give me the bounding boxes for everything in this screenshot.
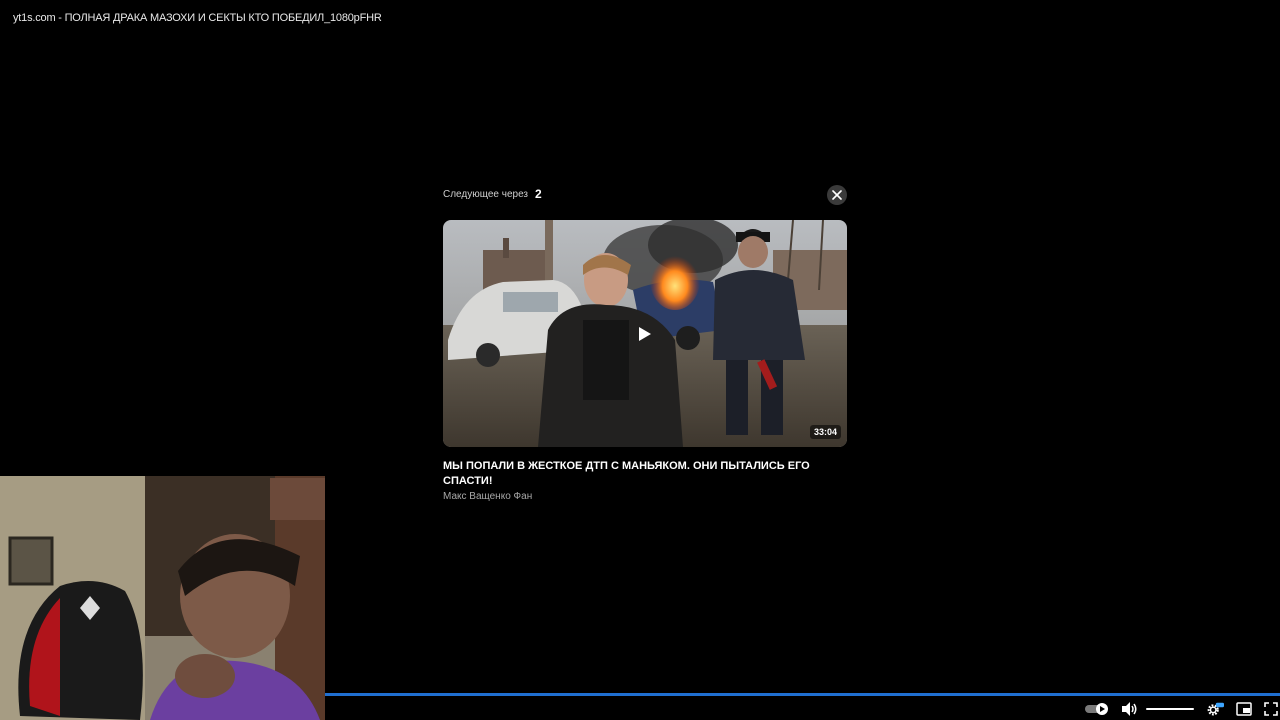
- up-next-countdown: 2: [535, 187, 542, 201]
- volume-icon: [1122, 702, 1137, 716]
- pip-button[interactable]: [1236, 701, 1252, 717]
- up-next-label: Следующее через: [443, 189, 529, 200]
- up-next-title[interactable]: МЫ ПОПАЛИ В ЖЕСТКОЕ ДТП С МАНЬЯКОМ. ОНИ …: [443, 459, 823, 489]
- close-icon: [832, 190, 842, 200]
- up-next-header: Следующее через 2: [443, 184, 847, 206]
- autoplay-toggle[interactable]: [1084, 701, 1110, 717]
- webcam-overlay: [0, 476, 325, 720]
- settings-button[interactable]: [1206, 701, 1224, 717]
- webcam-image: [0, 476, 325, 720]
- player-controls: [1080, 698, 1280, 720]
- fullscreen-button[interactable]: [1264, 701, 1278, 717]
- settings-icon: [1207, 702, 1224, 716]
- close-up-next-button[interactable]: [827, 185, 847, 205]
- pip-icon: [1236, 702, 1252, 716]
- fullscreen-icon: [1264, 702, 1278, 716]
- play-button[interactable]: [633, 322, 657, 346]
- volume-button[interactable]: [1120, 701, 1138, 717]
- video-duration: 33:04: [809, 425, 841, 439]
- volume-slider[interactable]: [1146, 701, 1194, 717]
- progress-bar[interactable]: [325, 693, 1280, 696]
- up-next-card: Следующее через 2 33:04 МЫ ПОПАЛИ В ЖЕСТ…: [443, 184, 847, 502]
- up-next-channel[interactable]: Макс Ващенко Фан: [443, 491, 532, 502]
- autoplay-toggle-icon: [1085, 703, 1108, 715]
- up-next-thumbnail[interactable]: 33:04: [443, 220, 847, 447]
- play-icon: [639, 326, 651, 341]
- video-title: yt1s.com - ПОЛНАЯ ДРАКА МАЗОХИ И СЕКТЫ К…: [13, 12, 382, 24]
- video-player[interactable]: yt1s.com - ПОЛНАЯ ДРАКА МАЗОХИ И СЕКТЫ К…: [0, 0, 1280, 720]
- volume-slider-track: [1146, 708, 1194, 710]
